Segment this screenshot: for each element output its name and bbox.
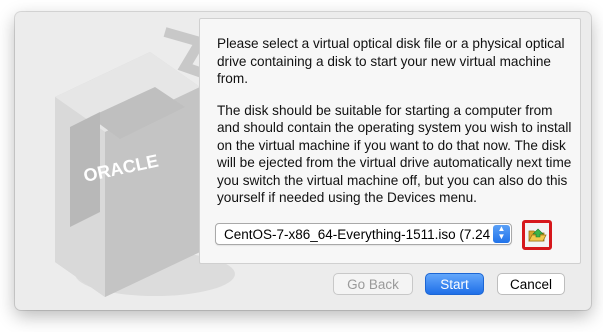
- folder-open-icon: [528, 228, 547, 242]
- instruction-text: Please select a virtual optical disk fil…: [217, 35, 572, 221]
- instruction-paragraph-2: The disk should be suitable for starting…: [217, 102, 572, 206]
- start-vm-dialog: ORACLE Please select a virtual optical d…: [15, 12, 591, 310]
- up-down-chevron-icon[interactable]: ▲ ▼: [493, 225, 510, 243]
- disk-select-value: CentOS-7-x86_64-Everything-1511.iso (7.2…: [224, 227, 490, 242]
- choose-disk-button[interactable]: [522, 220, 552, 250]
- instruction-paragraph-1: Please select a virtual optical disk fil…: [217, 36, 565, 86]
- disk-select[interactable]: CentOS-7-x86_64-Everything-1511.iso (7.2…: [215, 223, 512, 245]
- start-button[interactable]: Start: [425, 273, 484, 295]
- go-back-button[interactable]: Go Back: [333, 273, 413, 295]
- cancel-button[interactable]: Cancel: [497, 273, 565, 295]
